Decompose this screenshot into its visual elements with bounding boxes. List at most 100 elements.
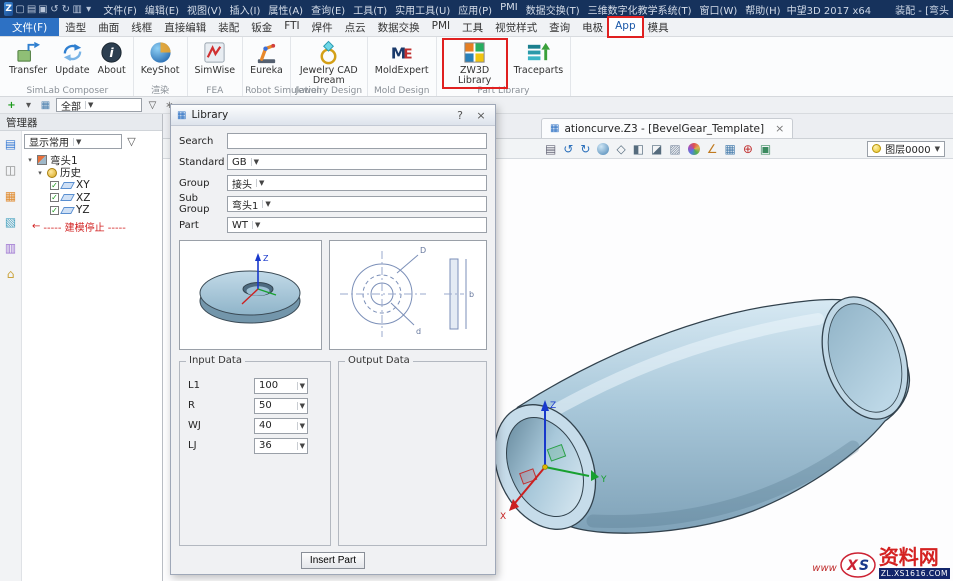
section-view-icon[interactable]: ◧ [633,143,644,155]
measure-icon[interactable]: ∠ [707,143,718,155]
moldexpert-button[interactable]: ME MoldExpert [375,40,429,76]
document-tab[interactable]: ▦ ationcurve.Z3 - [BevelGear_Template] × [541,118,793,138]
tab-close-icon[interactable]: × [775,122,784,135]
assembly-manager-icon[interactable]: ◫ [3,163,18,178]
history-filter-combo[interactable]: 显示常用 ▼ [24,134,122,149]
csys-icon[interactable]: ⊕ [743,143,753,155]
filter-icon[interactable]: ▽ [146,100,159,111]
ribbon-tab-mold[interactable]: 模具 [642,18,675,36]
update-button[interactable]: Update [55,40,89,76]
view-manager-icon[interactable]: ▦ [3,189,18,204]
open-file-icon[interactable]: ▤ [27,2,36,16]
tree-item-root[interactable]: ▾ 弯头1 [24,154,160,167]
simwise-button[interactable]: SimWise [195,40,236,76]
eureka-button[interactable]: Eureka [250,40,283,76]
about-button[interactable]: i About [98,40,126,76]
ribbon-tab-assembly[interactable]: 装配 [212,18,245,36]
undo-icon[interactable]: ↺ [50,2,59,16]
menu-window[interactable]: 窗口(W) [696,2,742,17]
menu-help[interactable]: 帮助(H) [741,2,784,17]
save-icon[interactable]: ▣ [38,2,47,16]
subgroup-combo[interactable]: 弯头1 ▼ [227,196,487,212]
menu-tools[interactable]: 工具(T) [349,2,391,17]
tree-item-plane-yz[interactable]: ✓ YZ [24,204,160,217]
tree-item-plane-xz[interactable]: ✓ XZ [24,192,160,205]
help-button[interactable]: ? [452,109,468,122]
grid-icon[interactable]: ▦ [725,143,736,155]
ribbon-tab-sheet-metal[interactable]: 钣金 [245,18,278,36]
ribbon-tab-fti[interactable]: FTI [278,18,305,36]
expand-icon[interactable]: ▾ [22,100,35,111]
ribbon-tab-wireframe[interactable]: 线框 [125,18,158,36]
ribbon-tab-app[interactable]: App [609,18,642,36]
menu-applications[interactable]: 应用(P) [454,2,496,17]
search-input[interactable] [227,133,487,149]
ribbon-tab-direct-edit[interactable]: 直接编辑 [158,18,212,36]
menu-edit[interactable]: 编辑(E) [141,2,183,17]
zw3d-library-button[interactable]: ZW3D Library [444,40,506,87]
ribbon-tab-point-cloud[interactable]: 点云 [339,18,372,36]
print-icon[interactable]: ▥ [72,2,81,16]
ribbon-tab-tools[interactable]: 工具 [456,18,489,36]
insert-part-button[interactable]: Insert Part [301,552,365,569]
perspective-icon[interactable]: ◪ [651,143,662,155]
visual-manager-icon[interactable]: ▧ [3,215,18,230]
menu-inquire[interactable]: 查询(E) [307,2,349,17]
ribbon-tab-data-exchange[interactable]: 数据交换 [372,18,426,36]
ribbon-tab-inquire[interactable]: 查询 [543,18,576,36]
visibility-checkbox[interactable]: ✓ [50,206,59,215]
param-l1-spinner[interactable]: 100 ▼ [254,378,308,394]
keyshot-button[interactable]: KeyShot [141,40,180,76]
menu-file[interactable]: 文件(F) [99,2,141,17]
pick-grid-icon[interactable]: ▦ [39,100,52,111]
ribbon-tab-pmi[interactable]: PMI [426,18,457,36]
visibility-checkbox[interactable]: ✓ [50,181,59,190]
menu-attributes[interactable]: 属性(A) [264,2,307,17]
ribbon-tab-file[interactable]: 文件(F) [0,18,59,36]
jewelry-cad-dream-button[interactable]: Jewelry CAD Dream [298,40,360,87]
visibility-checkbox[interactable]: ✓ [50,193,59,202]
history-stop-marker[interactable]: ← ----- 建模停止 ----- [24,219,160,234]
menu-insert[interactable]: 插入(I) [226,2,265,17]
customize-quick-access-icon[interactable]: ▾ [84,2,93,16]
ribbon-tab-surface[interactable]: 曲面 [92,18,125,36]
layer-combo[interactable]: 图层0000 ▼ [867,141,945,157]
part-combo[interactable]: WT ▼ [227,217,487,233]
menu-utilities[interactable]: 实用工具(U) [391,2,454,17]
shade-mode-icon[interactable] [597,143,609,155]
role-manager-icon[interactable]: ⌂ [3,267,18,282]
traceparts-button[interactable]: Traceparts [514,40,564,87]
add-icon[interactable]: + [5,100,18,111]
menu-teaching-system[interactable]: 三维数字化教学系统(T) [584,2,696,17]
menu-data-exchange[interactable]: 数据交换(T) [522,2,584,17]
param-lj-spinner[interactable]: 36 ▼ [254,438,308,454]
tree-item-plane-xy[interactable]: ✓ XY [24,179,160,192]
palette-icon[interactable] [688,143,700,155]
menu-pmi[interactable]: PMI [496,2,522,17]
filter-all-combo[interactable]: 全部 ▼ [56,98,142,112]
library-manager-icon[interactable]: ▥ [3,241,18,256]
redo-icon[interactable]: ↻ [61,2,70,16]
undo-view-icon[interactable]: ↺ [563,143,573,155]
new-file-icon[interactable]: ▢ [15,2,24,16]
history-manager-icon[interactable]: ▤ [3,137,18,152]
ribbon-tab-electrode[interactable]: 电极 [576,18,609,36]
param-r-spinner[interactable]: 50 ▼ [254,398,308,414]
ribbon-tab-visualize[interactable]: 视觉样式 [489,18,543,36]
collapse-arrow-icon[interactable]: ▾ [36,169,44,177]
ribbon-tab-shape[interactable]: 造型 [59,18,92,36]
library-dialog-titlebar[interactable]: ▦ Library ? × [171,105,495,126]
param-wj-spinner[interactable]: 40 ▼ [254,418,308,434]
tree-filter-icon[interactable]: ▽ [125,135,138,148]
group-combo[interactable]: 接头 ▼ [227,175,487,191]
menu-view[interactable]: 视图(V) [183,2,226,17]
background-icon[interactable]: ▨ [669,143,680,155]
ribbon-tab-weldments[interactable]: 焊件 [306,18,339,36]
wireframe-mode-icon[interactable]: ◇ [616,143,625,155]
collapse-arrow-icon[interactable]: ▾ [26,156,34,164]
clipboard-icon[interactable]: ▤ [545,143,556,155]
standard-combo[interactable]: GB ▼ [227,154,487,170]
close-button[interactable]: × [473,109,489,122]
redo-view-icon[interactable]: ↻ [580,143,590,155]
named-view-icon[interactable]: ▣ [760,143,771,155]
